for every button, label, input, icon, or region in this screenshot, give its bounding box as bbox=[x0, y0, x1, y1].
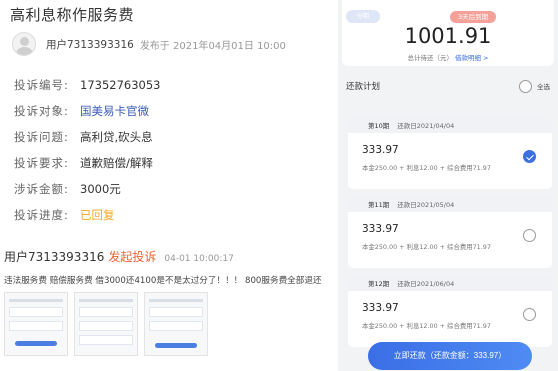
info-value: 17352763053 bbox=[80, 78, 161, 92]
period-card[interactable]: 第10期 还款日2021/04/04 333.97 本金250.00 + 利息1… bbox=[348, 117, 552, 189]
info-label: 涉诉金额: bbox=[14, 182, 69, 196]
publish-time: 发布于 2021年04月01日 10:00 bbox=[139, 40, 286, 52]
info-label: 投诉问题: bbox=[14, 130, 69, 144]
period-date: 还款日2021/04/04 bbox=[397, 122, 455, 130]
post-text: 违法服务费 赔偿服务费 借3000还4100是不是太过分了！！！ 800服务费全… bbox=[4, 276, 322, 286]
installment-badge: 分期 bbox=[346, 10, 380, 23]
period-breakdown: 本金250.00 + 利息12.00 + 综合费用71.97 bbox=[362, 322, 491, 330]
period-breakdown: 本金250.00 + 利息12.00 + 综合费用71.97 bbox=[362, 243, 491, 251]
info-label: 投诉进度: bbox=[14, 208, 69, 222]
complaint-target-link[interactable]: 国美易卡官微 bbox=[80, 103, 149, 119]
complaint-info: 投诉编号: 17352763053 投诉对象: 国美易卡官微 投诉问题: 高利贷… bbox=[14, 72, 160, 228]
period-header: 第11期 还款日2021/05/04 bbox=[348, 196, 552, 212]
info-label: 投诉对象: bbox=[14, 104, 69, 118]
info-label: 投诉要求: bbox=[14, 156, 69, 170]
period-amount: 333.97 bbox=[362, 223, 399, 235]
loan-detail-link[interactable]: 借款明细 > bbox=[455, 54, 489, 62]
plan-label: 还款计划 bbox=[346, 82, 381, 92]
period-name: 第10期 bbox=[368, 122, 390, 130]
period-date: 还款日2021/06/04 bbox=[397, 280, 455, 288]
period-amount: 333.97 bbox=[362, 302, 399, 314]
period-name: 第11期 bbox=[368, 201, 390, 209]
repayment-panel: 分期 3天后到期 1001.91 总计待还（元） 借款明细 > 还款计划 全选 … bbox=[338, 0, 558, 371]
info-value: 高利贷,砍头息 bbox=[80, 130, 153, 144]
info-row-issue: 投诉问题: 高利贷,砍头息 bbox=[14, 124, 160, 150]
period-check-icon[interactable] bbox=[523, 150, 536, 163]
total-label-row: 总计待还（元） 借款明细 > bbox=[342, 52, 554, 62]
author-row: 用户7313393316 发布于 2021年04月01日 10:00 bbox=[12, 32, 286, 56]
info-row-id: 投诉编号: 17352763053 bbox=[14, 72, 160, 98]
plan-header: 还款计划 全选 bbox=[346, 76, 550, 96]
post-time: 04-01 10:00:17 bbox=[164, 254, 234, 264]
author-name[interactable]: 用户7313393316 bbox=[46, 37, 134, 52]
period-name: 第12期 bbox=[368, 280, 390, 288]
period-header: 第10期 还款日2021/04/04 bbox=[348, 117, 552, 133]
pay-now-button[interactable]: 立即还款（还款金额：333.97） bbox=[368, 342, 532, 370]
attachment-image[interactable] bbox=[4, 292, 68, 356]
info-row-demand: 投诉要求: 道歉赔偿/解释 bbox=[14, 150, 160, 176]
period-radio[interactable] bbox=[523, 229, 536, 242]
info-row-target: 投诉对象: 国美易卡官微 bbox=[14, 98, 160, 124]
period-date: 还款日2021/05/04 bbox=[397, 201, 455, 209]
info-row-amount: 涉诉金额: 3000元 bbox=[14, 176, 160, 202]
info-label: 投诉编号: bbox=[14, 78, 69, 92]
info-row-progress: 投诉进度: 已回复 bbox=[14, 202, 160, 228]
total-amount: 1001.91 bbox=[404, 24, 492, 48]
post-author[interactable]: 用户7313393316 bbox=[4, 248, 104, 265]
select-all-radio[interactable] bbox=[519, 79, 532, 93]
select-all-label: 全选 bbox=[537, 83, 550, 91]
repayment-summary: 分期 3天后到期 1001.91 总计待还（元） 借款明细 > bbox=[342, 0, 554, 66]
period-card[interactable]: 第12期 还款日2021/06/04 333.97 本金250.00 + 利息1… bbox=[348, 275, 552, 347]
post-header: 用户7313393316 发起投诉 04-01 10:00:17 bbox=[4, 248, 234, 265]
period-breakdown: 本金250.00 + 利息12.00 + 综合费用71.97 bbox=[362, 164, 491, 172]
select-all[interactable]: 全选 bbox=[519, 79, 550, 93]
post-action: 发起投诉 bbox=[108, 250, 157, 264]
period-card[interactable]: 第11期 还款日2021/05/04 333.97 本金250.00 + 利息1… bbox=[348, 196, 552, 268]
attachment-image[interactable] bbox=[74, 292, 138, 356]
status-badge: 已回复 bbox=[80, 208, 115, 222]
total-label: 总计待还（元） bbox=[407, 54, 453, 62]
due-tag: 3天后到期 bbox=[450, 11, 497, 23]
period-header: 第12期 还款日2021/06/04 bbox=[348, 275, 552, 291]
period-radio[interactable] bbox=[523, 308, 536, 321]
complaint-panel: 高利息称作服务费 用户7313393316 发布于 2021年04月01日 10… bbox=[0, 0, 340, 371]
info-value: 道歉赔偿/解释 bbox=[80, 156, 153, 170]
info-value: 3000元 bbox=[80, 182, 121, 196]
period-amount: 333.97 bbox=[362, 144, 399, 156]
page-title: 高利息称作服务费 bbox=[10, 6, 135, 24]
avatar[interactable] bbox=[12, 32, 36, 56]
attachment-image[interactable] bbox=[144, 292, 208, 356]
attachment-thumbnails bbox=[4, 292, 208, 356]
